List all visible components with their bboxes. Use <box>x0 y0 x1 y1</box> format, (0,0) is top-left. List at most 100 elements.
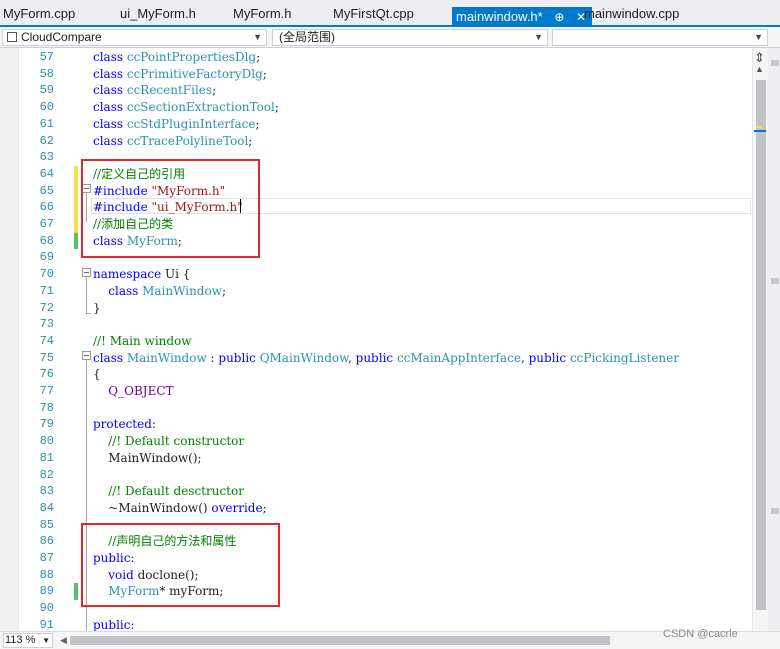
line-number: 88 <box>39 567 54 582</box>
line-number: 68 <box>39 233 54 248</box>
code-token: , <box>348 350 356 365</box>
line-number: 80 <box>39 434 54 449</box>
code-text: MainWindow(); <box>93 450 202 467</box>
code-text: class ccPointPropertiesDlg; <box>93 49 260 66</box>
code-token: //! Default desctructor <box>108 484 244 499</box>
line-number: 79 <box>39 417 54 432</box>
line-number: 75 <box>39 350 54 365</box>
code-editor[interactable]: 57 class ccPointPropertiesDlg; 58 class ccP… <box>0 48 768 631</box>
code-line[interactable]: 61 class ccStdPluginInterface; <box>0 116 768 133</box>
code-line[interactable]: 62 class ccTracePolylineTool; <box>0 133 768 150</box>
code-line[interactable]: 79 protected: <box>0 416 768 433</box>
code-token: QMainWindow <box>259 350 348 365</box>
code-text: class ccStdPluginInterface; <box>93 116 260 133</box>
code-token: ; <box>256 50 261 64</box>
code-text: ~MainWindow() override; <box>93 500 267 517</box>
code-token: class <box>93 350 127 365</box>
line-number: 69 <box>39 250 54 265</box>
code-token: class <box>93 133 127 148</box>
code-token: class <box>108 283 143 298</box>
code-line[interactable]: 76 { <box>0 366 768 383</box>
tab-myform-cpp[interactable]: MyForm.cpp <box>3 6 75 21</box>
tab-myform-h[interactable]: MyForm.h <box>233 6 292 21</box>
vertical-scrollbar[interactable] <box>752 48 768 631</box>
code-text: class ccTracePolylineTool; <box>93 133 252 150</box>
line-number: 65 <box>39 183 54 198</box>
zoom-level-dropdown[interactable]: 113 % ▼ <box>3 633 53 648</box>
scrollbar-thumb[interactable] <box>756 80 766 610</box>
code-line[interactable]: 82 <box>0 467 768 484</box>
horizontal-scrollbar-thumb[interactable] <box>70 636 610 645</box>
code-token: class <box>93 50 127 64</box>
code-line[interactable]: 91 public: <box>0 617 768 631</box>
tab-ui-myform-h[interactable]: ui_MyForm.h <box>120 6 196 21</box>
code-token: class <box>93 83 127 98</box>
code-token: Ui { <box>165 267 191 282</box>
line-number: 57 <box>39 50 54 64</box>
code-token: //! Main window <box>93 333 192 348</box>
tab-myfirstqt-cpp[interactable]: MyFirstQt.cpp <box>333 6 414 21</box>
line-number: 76 <box>39 367 54 382</box>
code-line[interactable]: 81 MainWindow(); <box>0 450 768 467</box>
line-number: 90 <box>39 601 54 616</box>
code-text: //! Main window <box>93 333 192 350</box>
code-line[interactable]: 84 ~MainWindow() override; <box>0 500 768 517</box>
code-text: //! Default desctructor <box>93 483 244 500</box>
code-line[interactable]: 60 class ccSectionExtractionTool; <box>0 99 768 116</box>
line-number: 66 <box>39 200 54 215</box>
code-line[interactable]: 78 <box>0 400 768 417</box>
line-number: 91 <box>39 617 54 631</box>
code-line[interactable]: 80 //! Default constructor <box>0 433 768 450</box>
tab-mainwindow-h[interactable]: mainwindow.h* ⊕ ✕ <box>452 7 593 27</box>
code-text: class ccRecentFiles; <box>93 82 216 99</box>
code-token: MainWindow(); <box>93 450 202 465</box>
change-marker <box>756 126 762 128</box>
line-number: 78 <box>39 400 54 415</box>
panel-tab <box>771 508 779 514</box>
code-line[interactable]: 74 //! Main window <box>0 333 768 350</box>
code-token: ccStdPluginInterface <box>126 116 256 131</box>
code-line[interactable]: 83 //! Default desctructor <box>0 483 768 500</box>
collapse-icon[interactable] <box>82 351 91 360</box>
member-dropdown[interactable]: ▼ <box>552 29 768 46</box>
code-line[interactable]: 72} <box>0 300 768 317</box>
code-line[interactable]: 57 class ccPointPropertiesDlg; <box>0 49 768 66</box>
code-token: ccPrimitiveFactoryDlg <box>126 66 263 81</box>
scroll-left-icon[interactable]: ◀ <box>60 635 67 646</box>
code-line[interactable]: 75 class MainWindow : public QMainWindow,… <box>0 350 768 367</box>
navigation-bar: CloudCompare ▼ (全局范围) ▼ ▼ <box>0 27 780 48</box>
line-number: 62 <box>39 133 54 148</box>
scope-dropdown[interactable]: (全局范围) ▼ <box>272 29 548 46</box>
code-line[interactable]: 70 namespace Ui { <box>0 266 768 283</box>
code-line[interactable]: 77 Q_OBJECT <box>0 383 768 400</box>
tab-mainwindow-cpp[interactable]: mainwindow.cpp <box>584 6 679 21</box>
pin-icon[interactable]: ⊕ <box>554 7 564 27</box>
scroll-up-icon[interactable]: ▲ <box>755 64 764 74</box>
collapse-icon[interactable] <box>82 268 91 277</box>
code-token: ccPointPropertiesDlg <box>126 50 257 64</box>
code-text: //! Default constructor <box>93 433 244 450</box>
project-icon <box>7 32 17 42</box>
code-token: MainWindow <box>126 350 207 365</box>
code-token: ; <box>262 500 267 515</box>
code-token: } <box>93 300 101 315</box>
line-number: 89 <box>39 584 54 599</box>
code-text: namespace Ui { <box>93 266 190 283</box>
code-line[interactable]: 73 <box>0 316 768 333</box>
outline-guide <box>86 277 87 313</box>
line-number: 58 <box>39 66 54 81</box>
code-text: } <box>93 300 101 317</box>
code-line[interactable]: 58 class ccPrimitiveFactoryDlg; <box>0 66 768 83</box>
project-dropdown[interactable]: CloudCompare ▼ <box>2 29 267 46</box>
panel-tab <box>771 60 779 66</box>
code-token: ccPickingListener <box>569 350 679 365</box>
code-line[interactable]: 59 class ccRecentFiles; <box>0 82 768 99</box>
code-token: ccMainAppInterface <box>396 350 521 365</box>
line-number: 61 <box>39 116 54 131</box>
code-line[interactable]: 71 class MainWindow; <box>0 283 768 300</box>
line-number: 83 <box>39 484 54 499</box>
code-token: namespace <box>93 267 165 282</box>
code-token: ccRecentFiles <box>126 83 213 98</box>
